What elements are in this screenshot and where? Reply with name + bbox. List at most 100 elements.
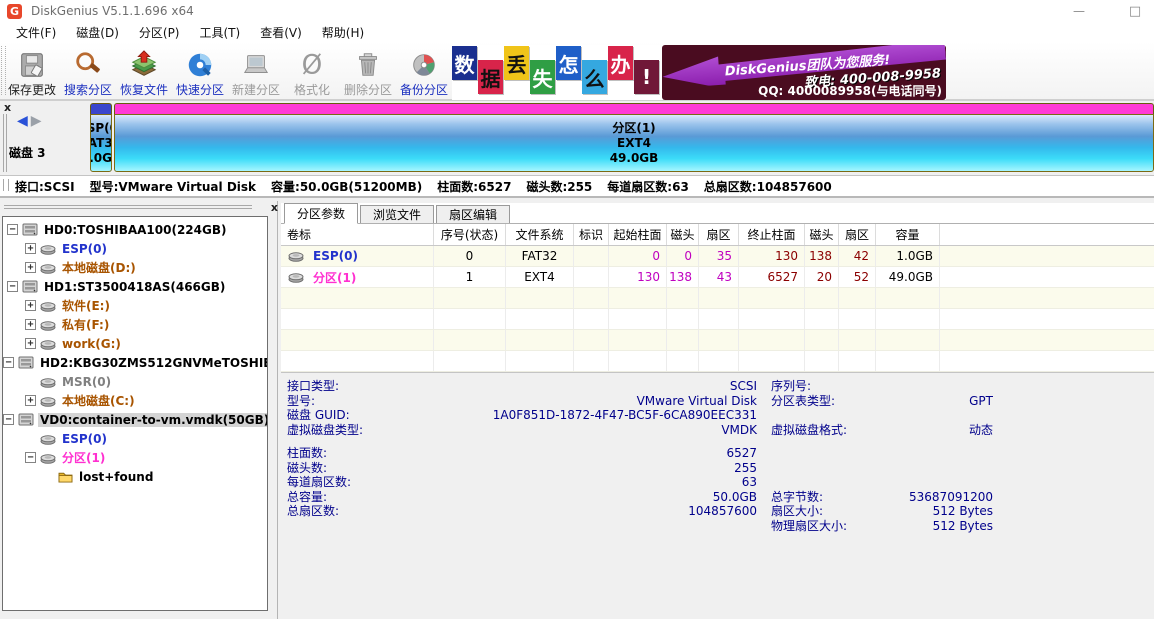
- menu-item[interactable]: 磁盘(D): [66, 22, 129, 43]
- expand-icon[interactable]: +: [25, 319, 36, 330]
- details-row: 每道扇区数:63: [287, 475, 993, 490]
- menu-item[interactable]: 查看(V): [250, 22, 312, 43]
- tab-browse-files[interactable]: 浏览文件: [360, 205, 434, 223]
- volume-label: ESP(0): [313, 249, 358, 263]
- tree-panel-grip[interactable]: [4, 205, 252, 209]
- quick-partition-icon: [185, 50, 215, 80]
- partition-icon: [40, 376, 56, 388]
- next-disk-arrow-icon[interactable]: ▶: [31, 113, 45, 129]
- disk-details-block-a: 接口类型:SCSI序列号:型号:VMware Virtual Disk分区表类型…: [287, 379, 993, 437]
- detail-value: VMware Virtual Disk: [457, 394, 757, 409]
- detail-value: [907, 446, 993, 461]
- expand-icon[interactable]: +: [25, 338, 36, 349]
- collapse-icon[interactable]: −: [3, 414, 14, 425]
- backup-partition-icon: [409, 50, 439, 80]
- detail-label: 磁头数:: [287, 461, 457, 476]
- tree-item-label: MSR(0): [60, 375, 113, 389]
- tree-item[interactable]: ESP(0): [3, 429, 267, 448]
- search-partition-button[interactable]: 搜索分区: [60, 44, 116, 99]
- tab-sector-edit[interactable]: 扇区编辑: [436, 205, 510, 223]
- menu-item[interactable]: 工具(T): [190, 22, 251, 43]
- partition-type-cap: [90, 103, 112, 114]
- partition-icon: [40, 300, 56, 312]
- column-header: 磁头: [805, 224, 839, 245]
- partition-icon: [40, 338, 56, 350]
- detail-label: [757, 475, 907, 490]
- collapse-icon[interactable]: −: [7, 224, 18, 235]
- cell: 138: [805, 246, 839, 266]
- save-changes-button[interactable]: 保存更改: [4, 44, 60, 99]
- partition-row[interactable]: ESP(0)0FAT320035130138421.0GB: [281, 246, 1154, 267]
- disk-info-item: 磁头数:255: [526, 178, 592, 195]
- detail-value: [907, 461, 993, 476]
- detail-label: 扇区大小:: [757, 504, 907, 519]
- tree-item-label: VD0:container-to-vm.vmdk(50GB): [38, 413, 268, 427]
- disk-icon: [22, 279, 38, 294]
- cell: 0: [667, 246, 699, 266]
- ad-banner[interactable]: 数据丢失怎么办! DiskGenius团队为您服务! 致电: 400-008-9…: [452, 45, 946, 100]
- tree-item[interactable]: +ESP(0): [3, 239, 267, 258]
- tree-panel-close-icon[interactable]: x: [271, 201, 278, 214]
- minimize-button[interactable]: —: [1064, 4, 1094, 18]
- maximize-button[interactable]: □: [1120, 4, 1150, 19]
- partition-block-1[interactable]: ESP(0)FAT321.0GB: [90, 103, 112, 172]
- toolbar-button-label: 备份分区: [400, 81, 448, 98]
- tree-item[interactable]: − VD0:container-to-vm.vmdk(50GB): [3, 410, 267, 429]
- partition-text: 1.0GB: [90, 151, 112, 166]
- tree-item[interactable]: lost+found: [3, 467, 267, 486]
- partition-icon: [288, 271, 304, 283]
- disk-info-item: 每道扇区数:63: [607, 178, 689, 195]
- toolbar-button-label: 保存更改: [8, 81, 56, 98]
- panel-drag-grip[interactable]: [3, 114, 7, 172]
- tab-partition-params[interactable]: 分区参数: [284, 203, 358, 224]
- disk-strip-panel: x ◀▶ 磁盘 3 ESP(0)FAT321.0GB分区(1)EXT449.0G…: [0, 101, 1154, 176]
- banner-contact-area: DiskGenius团队为您服务! 致电: 400-008-9958 QQ: 4…: [662, 45, 946, 100]
- collapse-icon[interactable]: −: [25, 452, 36, 463]
- partition-text: EXT4: [617, 136, 651, 151]
- menu-item[interactable]: 分区(P): [129, 22, 190, 43]
- detail-label: 虚拟磁盘类型:: [287, 423, 457, 438]
- tree-item-label: 软件(E:): [60, 297, 112, 314]
- collapse-icon[interactable]: −: [3, 357, 14, 368]
- empty-row: [281, 351, 1154, 372]
- tree-item[interactable]: −HD2:KBG30ZMS512GNVMeTOSHIBA512GB: [3, 353, 267, 372]
- save-changes-icon: [17, 50, 47, 80]
- tree-item[interactable]: +work(G:): [3, 334, 267, 353]
- delete-partition-button[interactable]: 删除分区: [340, 44, 396, 99]
- tree-item[interactable]: −HD0:TOSHIBAA100(224GB): [3, 220, 267, 239]
- detail-label: 柱面数:: [287, 446, 457, 461]
- toolbar-button-label: 格式化: [294, 81, 330, 98]
- collapse-icon[interactable]: −: [7, 281, 18, 292]
- partition-block-2[interactable]: 分区(1)EXT449.0GB: [114, 103, 1154, 172]
- folder-icon: [58, 470, 73, 483]
- disk-panel-close-icon[interactable]: x: [4, 101, 11, 114]
- tree-item[interactable]: +本地磁盘(D:): [3, 258, 267, 277]
- cell: 1: [434, 267, 506, 287]
- recover-files-button[interactable]: 恢复文件: [116, 44, 172, 99]
- expand-icon[interactable]: +: [25, 243, 36, 254]
- expand-icon[interactable]: +: [25, 395, 36, 406]
- tree-item[interactable]: − 分区(1): [3, 448, 267, 467]
- toolbar-button-label: 恢复文件: [120, 81, 168, 98]
- empty-row: [281, 288, 1154, 309]
- tree-item[interactable]: −HD1:ST3500418AS(466GB): [3, 277, 267, 296]
- new-partition-button[interactable]: 新建分区: [228, 44, 284, 99]
- menu-item[interactable]: 文件(F): [6, 22, 66, 43]
- expand-icon[interactable]: +: [25, 300, 36, 311]
- tree-item[interactable]: +私有(F:): [3, 315, 267, 334]
- details-row: 磁盘 GUID:1A0F851D-1872-4F47-BC5F-6CA890EE…: [287, 408, 993, 423]
- tree-item[interactable]: MSR(0): [3, 372, 267, 391]
- tree-item[interactable]: +本地磁盘(C:): [3, 391, 267, 410]
- svg-text:Ø: Ø: [302, 50, 323, 80]
- format-button[interactable]: Ø格式化: [284, 44, 340, 99]
- backup-partition-button[interactable]: 备份分区: [396, 44, 452, 99]
- banner-tile: 怎: [556, 46, 581, 80]
- detail-label: 分区表类型:: [757, 394, 907, 409]
- tree-item-label: 分区(1): [60, 449, 107, 466]
- quick-partition-button[interactable]: 快速分区: [172, 44, 228, 99]
- expand-icon[interactable]: +: [25, 262, 36, 273]
- partition-row[interactable]: 分区(1)1EXT4130138436527205249.0GB: [281, 267, 1154, 288]
- menu-item[interactable]: 帮助(H): [312, 22, 374, 43]
- tree-item[interactable]: + 软件(E:): [3, 296, 267, 315]
- prev-disk-arrow-icon[interactable]: ◀: [17, 113, 31, 129]
